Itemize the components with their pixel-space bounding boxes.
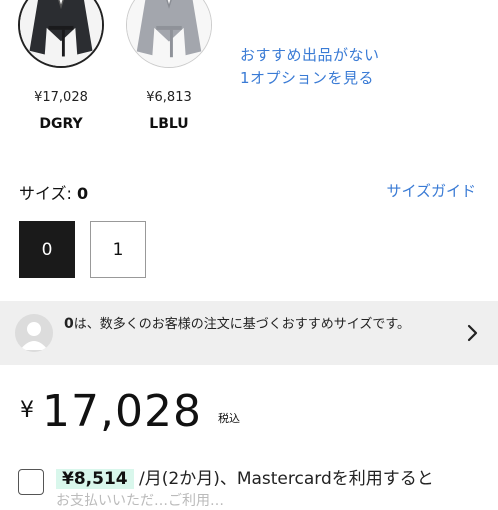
installment-next-line: お支払いいただ…ご利用… (56, 493, 224, 509)
recommendation-message: は、数多くのお客様の注文に基づくおすすめサイズです。 (73, 317, 411, 332)
no-recommendation-line1: おすすめ出品がない (240, 46, 380, 64)
size-option-0[interactable]: 0 (19, 221, 75, 278)
size-recommendation-banner[interactable]: 0は、数多くのお客様の注文に基づくおすすめサイズです。 (0, 301, 498, 365)
installment-line: ¥8,514 /月(2か月)、Mastercardを利用すると (56, 464, 434, 489)
size-selected-value: 0 (77, 184, 89, 203)
jacket-light-image (127, 0, 211, 67)
color-swatch-lblu[interactable] (126, 0, 212, 68)
color-swatch-dgry[interactable] (18, 0, 104, 68)
user-avatar-icon (15, 314, 53, 352)
size-label-text: サイズ: (19, 184, 72, 203)
installment-amount: ¥8,514 (56, 469, 134, 489)
size-option-1[interactable]: 1 (90, 221, 146, 278)
tax-label: 税込 (218, 412, 240, 425)
installment-text: /月(2か月)、Mastercardを利用すると (139, 469, 434, 489)
chevron-right-icon (467, 324, 478, 342)
installment-checkbox[interactable] (18, 469, 44, 495)
color-name-dgry: DGRY (39, 116, 83, 132)
color-price-dgry: ¥17,028 (34, 90, 88, 105)
price-amount: 17,028 (42, 386, 202, 437)
size-recommendation-text: 0は、数多くのお客様の注文に基づくおすすめサイズです。 (64, 315, 464, 334)
recommended-size: 0 (64, 316, 74, 332)
no-recommendation-link[interactable]: おすすめ出品がない 1オプションを見る (240, 44, 380, 90)
currency-symbol: ¥ (20, 398, 34, 423)
size-guide-link[interactable]: サイズガイド (386, 180, 476, 201)
color-price-lblu: ¥6,813 (146, 90, 192, 105)
color-name-lblu: LBLU (149, 116, 189, 132)
size-label: サイズ: 0 (19, 180, 88, 204)
jacket-dark-image (20, 0, 102, 66)
no-recommendation-line2: 1オプションを見る (240, 69, 375, 87)
